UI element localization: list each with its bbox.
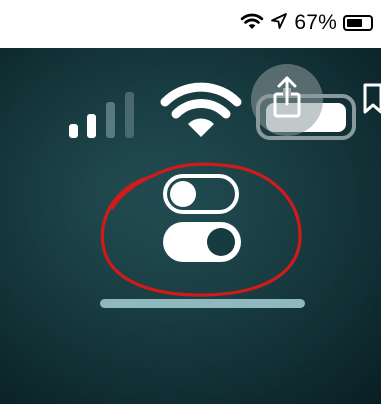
toggle-on-icon [163, 222, 241, 262]
wifi-icon [240, 12, 264, 35]
battery-fill [347, 19, 362, 27]
status-bar: 67% [0, 0, 381, 48]
status-right: 67% [240, 10, 373, 36]
battery-icon [343, 15, 373, 31]
battery-percent: 67% [294, 11, 337, 34]
location-arrow-icon [270, 12, 288, 35]
screenshot-photo [0, 48, 381, 404]
home-indicator [100, 299, 305, 308]
share-button[interactable] [251, 64, 323, 136]
